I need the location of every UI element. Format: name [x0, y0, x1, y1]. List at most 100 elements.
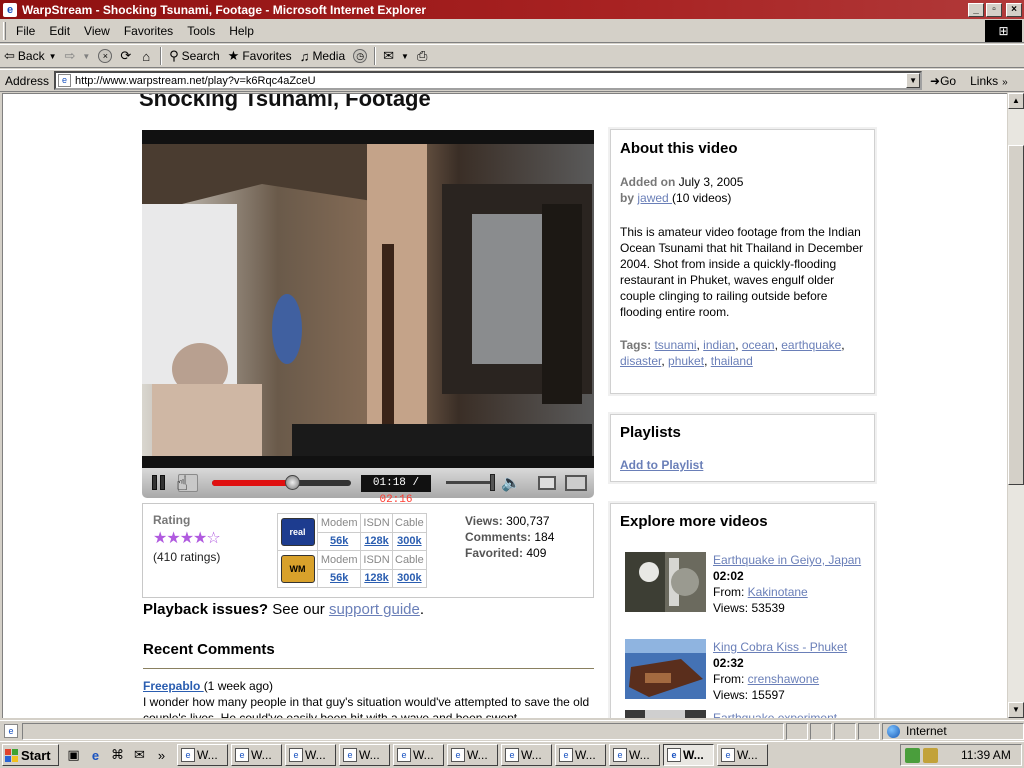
wm-56k-link[interactable]: 56k: [330, 572, 348, 584]
real-128k-link[interactable]: 128k: [364, 535, 388, 547]
taskbar-window-button[interactable]: e W...: [231, 744, 282, 766]
show-desktop-icon[interactable]: ▣: [65, 747, 82, 763]
tray-app-icon[interactable]: [923, 747, 938, 763]
tag-link[interactable]: ocean: [742, 338, 775, 352]
outlook-icon[interactable]: ✉: [131, 747, 148, 763]
taskbar-window-button[interactable]: e W...: [177, 744, 228, 766]
rating-stars[interactable]: ★★★★☆: [153, 528, 221, 548]
tag-link[interactable]: disaster: [620, 354, 661, 368]
scroll-down-icon[interactable]: ▼: [1008, 702, 1024, 718]
wm-128k-link[interactable]: 128k: [364, 572, 388, 584]
stop-button[interactable]: ×: [94, 45, 116, 67]
address-dropdown-icon[interactable]: ▼: [906, 73, 921, 88]
menu-view[interactable]: View: [77, 24, 117, 38]
mail-dropdown-icon[interactable]: ▼: [401, 52, 409, 61]
by-label: by: [620, 191, 635, 205]
menu-favorites[interactable]: Favorites: [117, 24, 180, 38]
related-video-author[interactable]: crenshawone: [748, 672, 819, 686]
media-button[interactable]: ♫ Media: [296, 45, 349, 67]
volume-handle[interactable]: [490, 474, 495, 491]
tag-link[interactable]: indian: [703, 338, 735, 352]
taskbar-window-button[interactable]: e W...: [339, 744, 390, 766]
window-app-icon: e: [721, 748, 735, 762]
taskbar-window-button[interactable]: e W...: [393, 744, 444, 766]
taskbar-window-button[interactable]: e W...: [555, 744, 606, 766]
seek-bar[interactable]: [212, 475, 351, 490]
real-56k-link[interactable]: 56k: [330, 535, 348, 547]
history-button[interactable]: ◷: [349, 45, 371, 67]
windows-flag-icon: [5, 748, 18, 762]
support-guide-link[interactable]: support guide: [329, 601, 420, 618]
links-button[interactable]: Links»: [970, 74, 1008, 88]
related-video-title[interactable]: King Cobra Kiss - Phuket: [713, 639, 863, 655]
related-video-title[interactable]: Earthquake experiment: [713, 710, 863, 718]
related-video-title[interactable]: Earthquake in Geiyo, Japan: [713, 552, 863, 568]
scroll-thumb[interactable]: [1008, 145, 1024, 485]
address-url[interactable]: http://www.warpstream.net/play?v=k6Rqc4a…: [75, 75, 316, 87]
print-button[interactable]: ⎙: [413, 45, 434, 67]
normal-size-button[interactable]: [538, 476, 556, 490]
vertical-scrollbar[interactable]: ▲ ▼: [1007, 93, 1024, 718]
seek-handle[interactable]: [285, 475, 300, 490]
related-video-thumbnail[interactable]: [625, 710, 706, 718]
menu-grip[interactable]: [3, 21, 6, 40]
video-stats: Views: 300,737 Comments: 184 Favorited: …: [465, 513, 554, 561]
restore-button[interactable]: ▫: [986, 2, 1002, 17]
pause-button[interactable]: [152, 475, 168, 491]
close-button[interactable]: ×: [1006, 2, 1022, 17]
wm-300k-link[interactable]: 300k: [397, 572, 421, 584]
start-button[interactable]: Start: [2, 744, 59, 766]
video-frame[interactable]: [142, 130, 594, 468]
related-video-author[interactable]: Kakinotane: [748, 585, 808, 599]
tag-link[interactable]: tsunami: [654, 338, 696, 352]
tag-link[interactable]: thailand: [711, 354, 753, 368]
uploader-link[interactable]: jawed: [637, 191, 672, 205]
clock[interactable]: 11:39 AM: [961, 748, 1011, 762]
tag-link[interactable]: phuket: [668, 354, 704, 368]
ie-quicklaunch-icon[interactable]: e: [87, 748, 104, 763]
taskbar-window-button[interactable]: e W...: [717, 744, 768, 766]
search-button[interactable]: ⚲ Search: [165, 45, 224, 67]
menu-edit[interactable]: Edit: [42, 24, 77, 38]
minimize-button[interactable]: _: [968, 2, 984, 17]
home-button[interactable]: ⌂: [138, 45, 157, 67]
tray-network-icon[interactable]: [905, 747, 920, 763]
quicklaunch-chevron-icon[interactable]: »: [153, 748, 170, 763]
taskbar-window-button[interactable]: e W...: [609, 744, 660, 766]
fullscreen-button[interactable]: [565, 475, 587, 491]
back-button[interactable]: ⇦ Back ▼: [0, 45, 61, 67]
comment-time: (1 week ago): [203, 679, 274, 693]
address-input[interactable]: e http://www.warpstream.net/play?v=k6Rqc…: [54, 71, 923, 90]
playback-issues-text: See our: [268, 601, 329, 618]
favorites-button[interactable]: ★ Favorites: [224, 45, 296, 67]
tag-link[interactable]: earthquake: [781, 338, 841, 352]
about-video-box: About this video Added on July 3, 2005 b…: [610, 129, 875, 394]
forward-button[interactable]: ⇨ ▼: [61, 45, 95, 67]
comment-user-link[interactable]: Freepablo: [143, 679, 204, 693]
menu-tools[interactable]: Tools: [180, 24, 222, 38]
back-dropdown-icon[interactable]: ▼: [49, 52, 57, 61]
taskbar-window-button[interactable]: e W...: [663, 744, 714, 766]
ie-icon[interactable]: e: [3, 2, 17, 17]
taskbar-window-button[interactable]: e W...: [285, 744, 336, 766]
window-app-icon: e: [397, 748, 411, 762]
forward-dropdown-icon[interactable]: ▼: [82, 52, 90, 61]
related-video-thumbnail[interactable]: [625, 639, 706, 699]
volume-bar[interactable]: [446, 481, 494, 484]
refresh-button[interactable]: ⟳: [116, 45, 138, 67]
mail-button[interactable]: ✉ ▼: [379, 45, 413, 67]
status-text-area: [22, 722, 784, 740]
network-icon[interactable]: ⌘: [109, 747, 126, 763]
add-to-playlist-link[interactable]: Add to Playlist: [620, 458, 865, 472]
taskbar-window-button[interactable]: e W...: [501, 744, 552, 766]
taskbar-window-label: W...: [683, 748, 704, 762]
scroll-up-icon[interactable]: ▲: [1008, 93, 1024, 109]
related-video-thumbnail[interactable]: [625, 552, 706, 612]
menu-file[interactable]: File: [9, 24, 42, 38]
menu-help[interactable]: Help: [222, 24, 261, 38]
go-button[interactable]: ➜ Go: [930, 74, 956, 88]
taskbar-window-button[interactable]: e W...: [447, 744, 498, 766]
real-300k-link[interactable]: 300k: [397, 535, 421, 547]
speaker-icon[interactable]: 🔈: [501, 473, 521, 493]
format-table: real Modem ISDN Cable 56k 128k 300k WM M…: [277, 513, 428, 588]
